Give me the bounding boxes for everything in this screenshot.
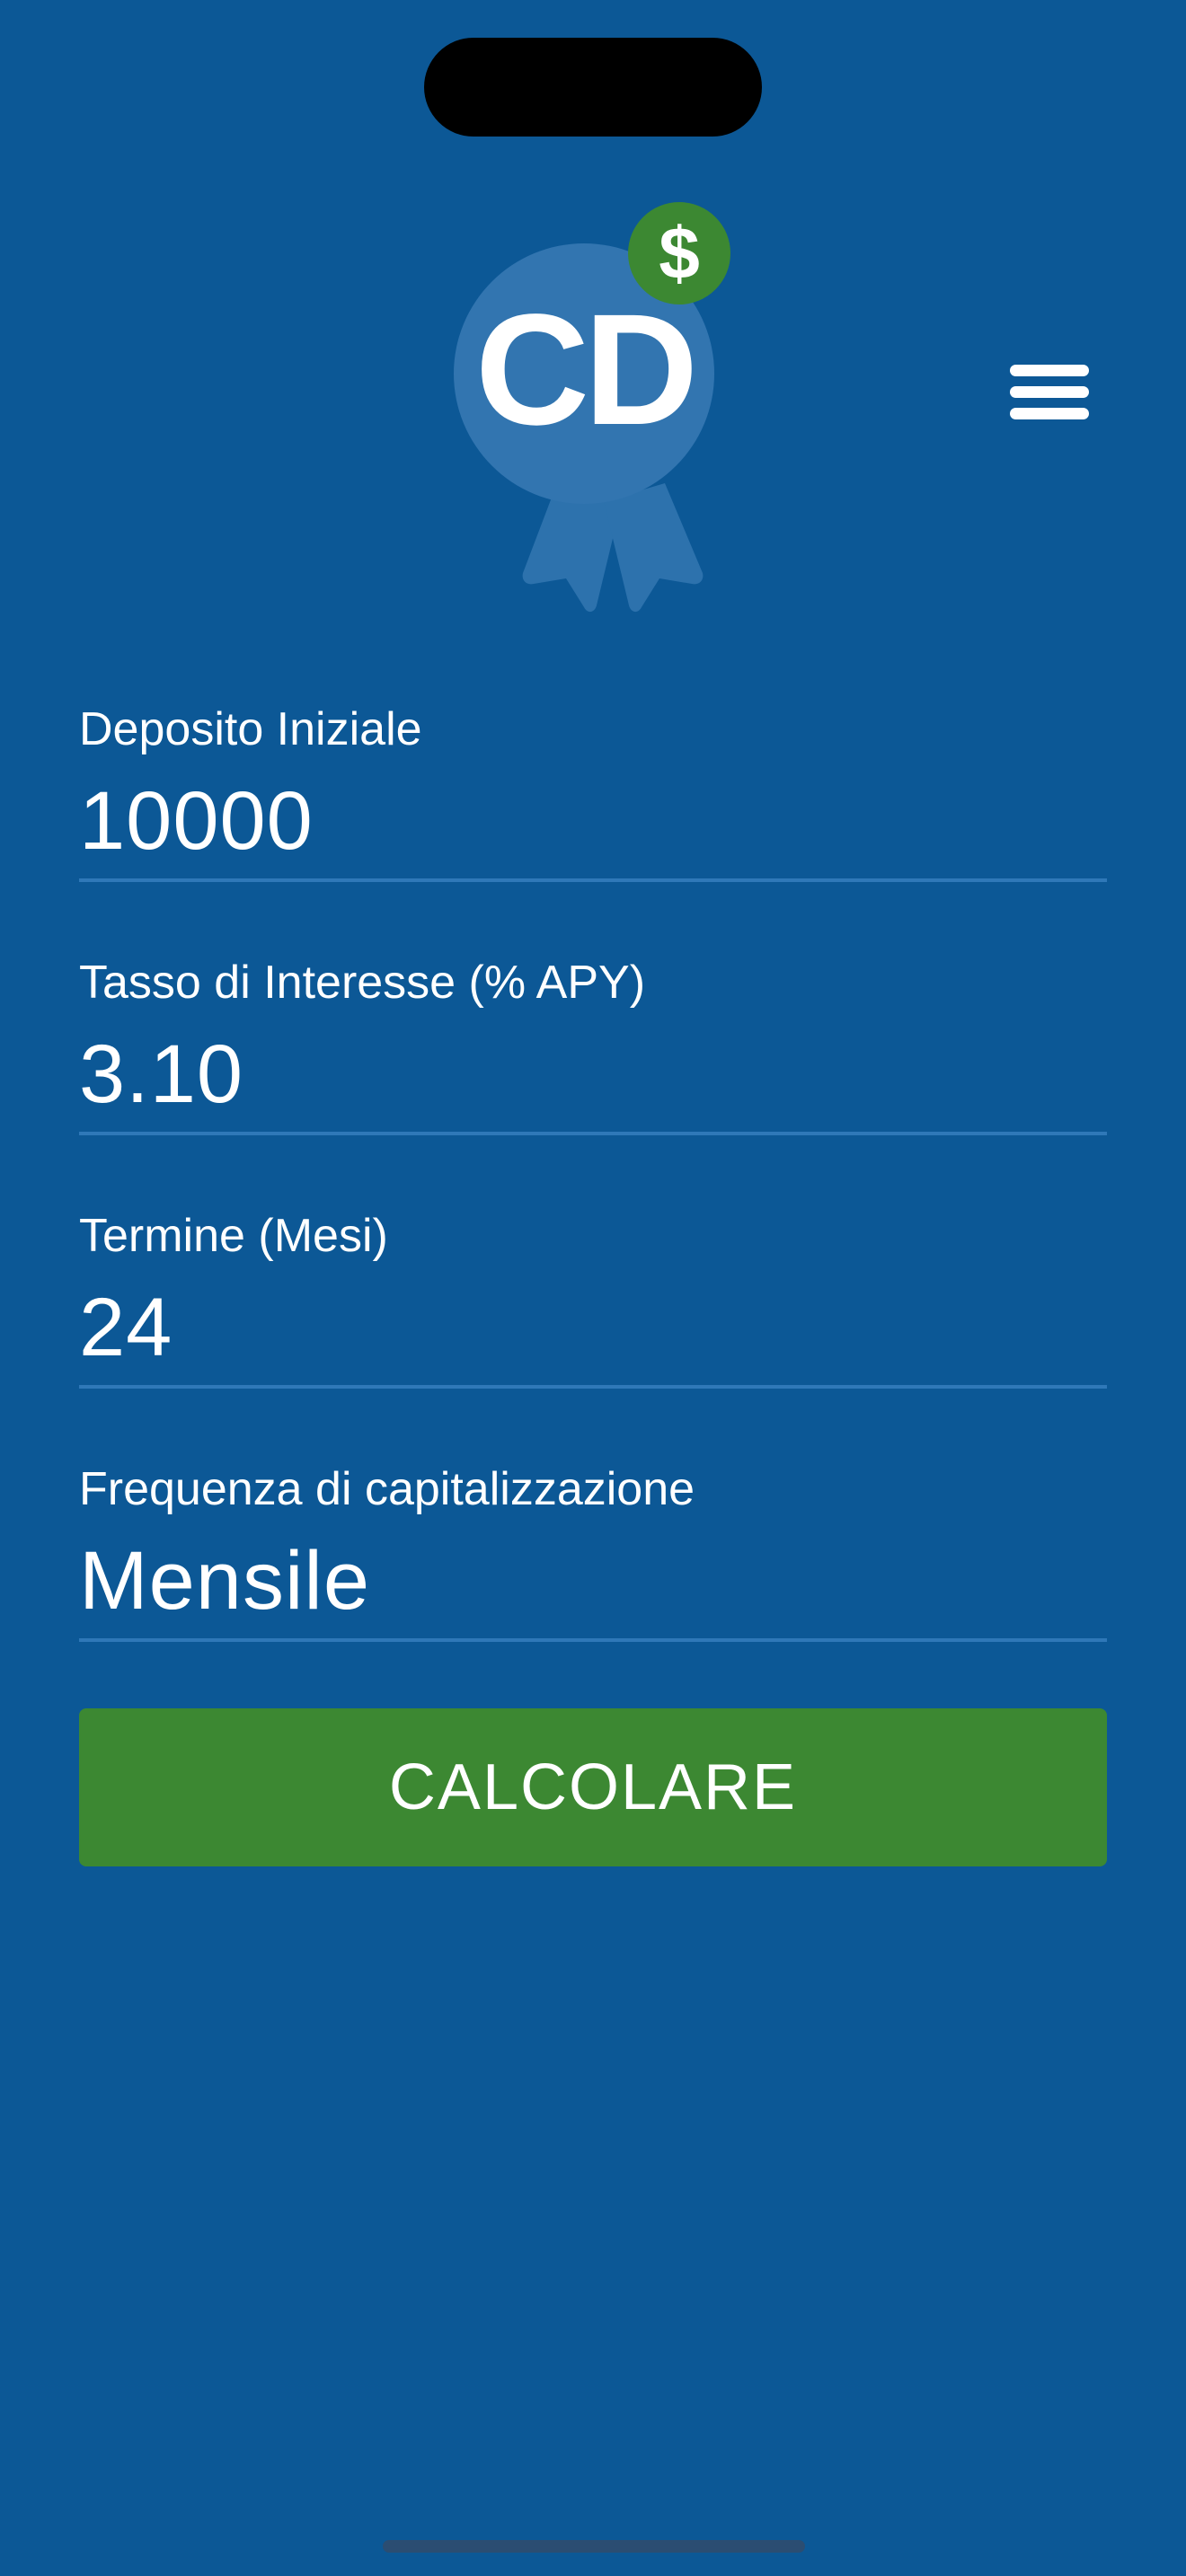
- menu-bar: [1010, 386, 1089, 398]
- term-label: Termine (Mesi): [79, 1210, 388, 1262]
- dynamic-island: [424, 38, 762, 137]
- initial-deposit-underline: [79, 878, 1107, 882]
- interest-rate-input[interactable]: 3.10: [79, 1029, 243, 1119]
- home-indicator[interactable]: [383, 2540, 805, 2553]
- hamburger-menu-icon[interactable]: [997, 359, 1096, 431]
- menu-bar: [1010, 365, 1089, 376]
- cd-ribbon-logo-icon: CD $: [449, 198, 746, 620]
- logo-text: CD: [475, 282, 693, 458]
- menu-bar: [1010, 408, 1089, 419]
- term-input[interactable]: 24: [79, 1283, 173, 1372]
- interest-rate-label: Tasso di Interesse (% APY): [79, 957, 646, 1009]
- term-field[interactable]: Termine (Mesi) 24: [79, 1207, 1107, 1396]
- interest-rate-field[interactable]: Tasso di Interesse (% APY) 3.10: [79, 954, 1107, 1142]
- logo-badge-dollar: $: [659, 213, 700, 295]
- compounding-frequency-field[interactable]: Frequenza di capitalizzazione Mensile: [79, 1460, 1107, 1649]
- compounding-frequency-label: Frequenza di capitalizzazione: [79, 1463, 695, 1515]
- compounding-frequency-underline: [79, 1638, 1107, 1642]
- term-underline: [79, 1385, 1107, 1389]
- compounding-frequency-select[interactable]: Mensile: [79, 1536, 370, 1626]
- calculate-button[interactable]: CALCOLARE: [79, 1708, 1107, 1866]
- calculate-button-label: CALCOLARE: [388, 1751, 798, 1823]
- initial-deposit-label: Deposito Iniziale: [79, 703, 422, 755]
- initial-deposit-input[interactable]: 10000: [79, 776, 314, 866]
- interest-rate-underline: [79, 1132, 1107, 1135]
- initial-deposit-field[interactable]: Deposito Iniziale 10000: [79, 701, 1107, 889]
